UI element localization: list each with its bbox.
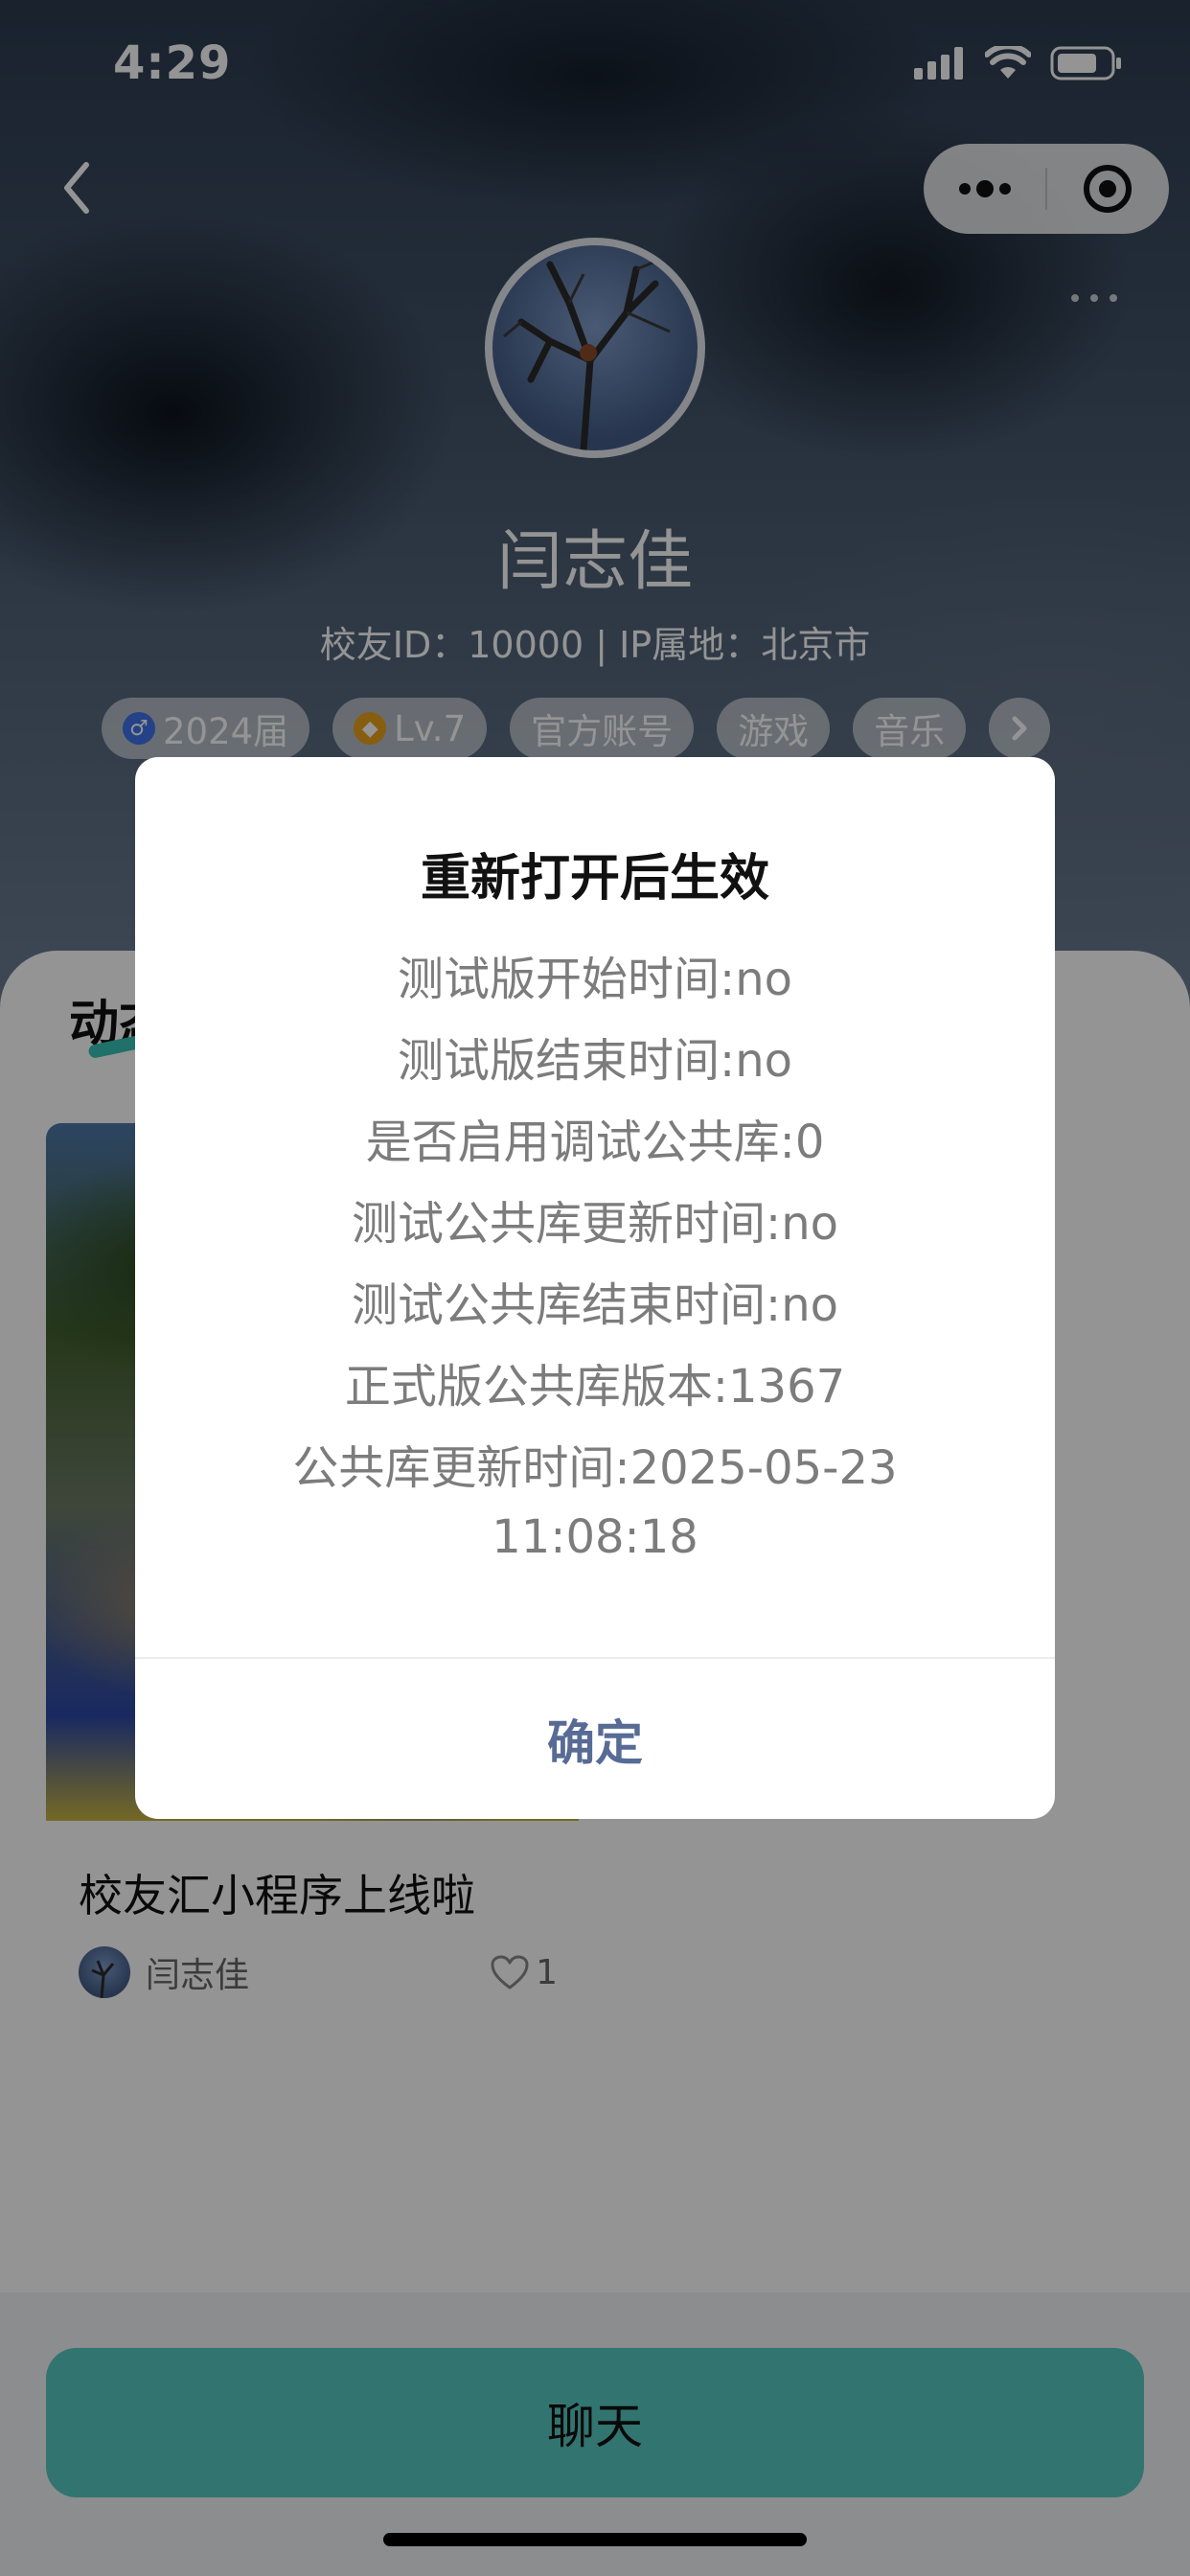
info-dialog: 重新打开后生效 测试版开始时间:no 测试版结束时间:no 是否启用调试公共库:… xyxy=(135,757,1055,1819)
dialog-line: 测试版结束时间:no xyxy=(398,1034,792,1088)
dialog-content: 测试版开始时间:no 测试版结束时间:no 是否启用调试公共库:0 测试公共库更… xyxy=(240,939,950,1572)
dialog-line: 测试版开始时间:no xyxy=(398,953,792,1006)
dialog-line: 是否启用调试公共库:0 xyxy=(365,1116,825,1169)
dialog-line: 公共库更新时间:2025-05-23 11:08:18 xyxy=(292,1441,898,1564)
dialog-title: 重新打开后生效 xyxy=(420,850,769,908)
dialog-line: 测试公共库结束时间:no xyxy=(352,1278,838,1332)
dialog-line: 正式版公共库版本:1367 xyxy=(344,1360,846,1414)
confirm-button[interactable]: 确定 xyxy=(135,1659,1055,1819)
confirm-button-label: 确定 xyxy=(547,1714,643,1771)
dialog-line: 测试公共库更新时间:no xyxy=(352,1197,838,1251)
